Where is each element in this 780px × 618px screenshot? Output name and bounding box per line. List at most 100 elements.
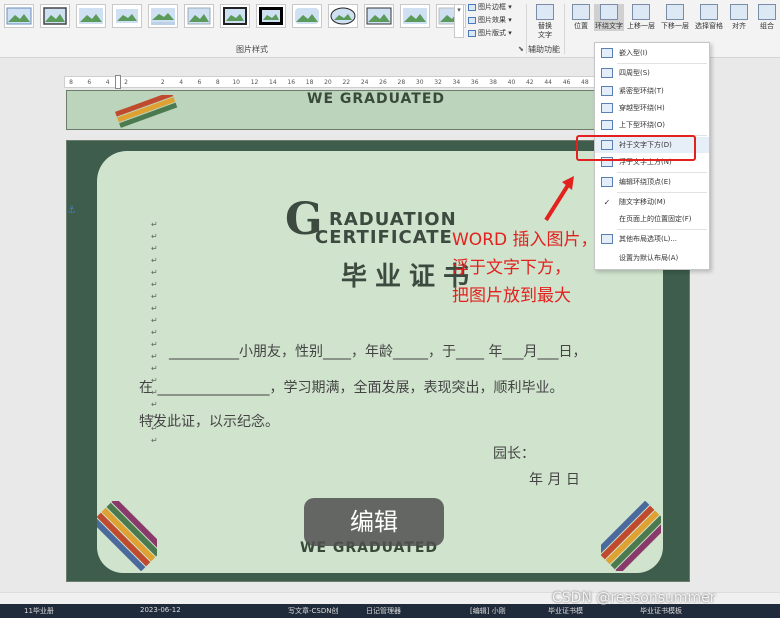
selection-pane-button[interactable]: 选择窗格 [694, 4, 724, 31]
para-mark: ↵ [151, 304, 158, 313]
menu-item-fix-position[interactable]: 在页面上的位置固定(F) [595, 211, 709, 227]
para-mark: ↵ [151, 232, 158, 241]
menu-divider [617, 63, 707, 64]
ruler-tick: 18 [305, 79, 314, 86]
menu-item-inline[interactable]: 嵌入型(I) [595, 45, 709, 61]
picture-style-5[interactable] [148, 4, 178, 28]
picture-styles-group-label: 图片样式 [236, 45, 268, 54]
taskbar-item[interactable]: 2023-06-12 [140, 606, 181, 618]
picture-style-4[interactable] [112, 4, 142, 28]
certificate-line-2: 在 ________________，学习期满，全面发展，表现突出，顺利毕业。 [139, 380, 564, 396]
ruler-tick: 14 [269, 79, 277, 86]
pencils-bottom-right [601, 501, 661, 571]
gallery-more-button[interactable]: ▾ [454, 4, 464, 38]
picture-style-11[interactable] [364, 4, 394, 28]
ruler-tick: 40 [507, 79, 516, 86]
styles-launcher-icon[interactable]: ⬊ [518, 45, 524, 53]
bring-forward-button[interactable]: 上移一层 [626, 4, 656, 31]
ruler-tick: 46 [562, 79, 571, 86]
word-window: ▾ 图片边框 ▾ 图片效果 ▾ 图片版式 ▾ 图片样式 ⬊ 替换 文字 辅助功能… [0, 0, 780, 618]
alt-text-button[interactable]: 替换 文字 [530, 4, 560, 40]
position-label: 位置 [574, 22, 588, 30]
picture-border-icon [468, 3, 476, 11]
through-icon [601, 103, 613, 113]
menu-item-top-bottom[interactable]: 上下型环绕(O) [595, 117, 709, 133]
menu-item-tight[interactable]: 紧密型环绕(T) [595, 83, 709, 99]
taskbar-item[interactable]: 11毕业册 [24, 606, 54, 618]
align-button[interactable]: 对齐 [724, 4, 754, 31]
top-bottom-icon [601, 120, 613, 130]
annotation-line: WORD 插入图片， [452, 230, 598, 250]
menu-item-label: 嵌入型(I) [619, 49, 648, 57]
menu-item-square[interactable]: 四周型(S) [595, 65, 709, 81]
para-mark: ↵ [151, 436, 158, 445]
edit-overlay-button[interactable]: 编辑 [304, 498, 444, 546]
red-arrow-icon [544, 176, 574, 222]
taskbar-item[interactable]: 毕业证书模 [548, 606, 583, 618]
selection-pane-label: 选择窗格 [695, 22, 723, 30]
para-mark: ↵ [151, 424, 158, 433]
ruler-tick: 8 [69, 79, 73, 86]
menu-item-through[interactable]: 穿越型环绕(H) [595, 100, 709, 116]
menu-divider [617, 229, 707, 230]
taskbar: 11毕业册 2023-06-12 写文章-CSDN创 日记管理器 [编辑] 小刚… [0, 604, 780, 618]
picture-layout-icon [468, 29, 476, 37]
menu-item-edit-points[interactable]: 编辑环绕顶点(E) [595, 174, 709, 190]
picture-style-6[interactable] [184, 4, 214, 28]
ruler-tick: 42 [525, 79, 534, 86]
ruler-tick: 32 [434, 79, 442, 86]
menu-item-label: 随文字移动(M) [619, 198, 666, 206]
picture-style-1[interactable] [4, 4, 34, 28]
para-mark: ↵ [151, 328, 158, 337]
send-backward-label: 下移一层 [661, 22, 689, 30]
layout-options-icon [601, 234, 613, 244]
indent-marker[interactable] [115, 75, 121, 89]
send-backward-button[interactable]: 下移一层 [660, 4, 690, 31]
picture-style-12[interactable] [400, 4, 430, 28]
picture-style-2[interactable] [40, 4, 70, 28]
taskbar-item[interactable]: 日记管理器 [366, 606, 401, 618]
accessibility-group-label: 辅助功能 [528, 45, 560, 54]
picture-style-7[interactable] [220, 4, 250, 28]
ruler-tick: 4 [179, 79, 184, 86]
group-divider [564, 4, 565, 54]
para-mark: ↵ [151, 280, 158, 289]
certificate-line-1: __________小朋友，性别____，年龄_____，于____ 年___月… [169, 344, 587, 360]
picture-border-label: 图片边框 ▾ [478, 3, 512, 11]
taskbar-item[interactable]: 写文章-CSDN创 [288, 606, 338, 618]
taskbar-item[interactable]: 毕业证书模板 [640, 606, 682, 618]
picture-effects-button[interactable]: 图片效果 ▾ [468, 15, 512, 25]
group-button[interactable]: 组合 [752, 4, 780, 31]
wrap-text-button[interactable]: 环绕文字 [594, 4, 624, 31]
picture-border-button[interactable]: 图片边框 ▾ [468, 2, 512, 12]
bring-forward-label: 上移一层 [627, 22, 655, 30]
position-button[interactable]: 位置 [566, 4, 596, 31]
menu-item-move-with-text[interactable]: ✓ 随文字移动(M) [595, 194, 709, 210]
menu-item-more-layout[interactable]: 其他布局选项(L)... [595, 231, 709, 247]
ruler-tick: 48 [581, 79, 589, 86]
align-label: 对齐 [732, 22, 746, 30]
ruler-tick: 2 [124, 79, 128, 86]
para-mark: ↵ [151, 256, 158, 265]
picture-style-3[interactable] [76, 4, 106, 28]
menu-item-label: 在页面上的位置固定(F) [619, 215, 692, 223]
ruler-tick: 30 [415, 79, 424, 86]
taskbar-item[interactable]: [编辑] 小刚 [470, 606, 506, 618]
menu-divider [617, 192, 707, 193]
picture-style-10[interactable] [328, 4, 358, 28]
picture-effects-label: 图片效果 ▾ [478, 16, 512, 24]
group-label: 组合 [760, 22, 774, 30]
ruler-tick: 28 [397, 79, 406, 86]
picture-layout-button[interactable]: 图片版式 ▾ [468, 28, 512, 38]
anchor-icon[interactable]: ⚓ [67, 205, 76, 216]
csdn-watermark: CSDN @reasonsummer [552, 590, 716, 606]
picture-style-8[interactable] [256, 4, 286, 28]
picture-style-9[interactable] [292, 4, 322, 28]
principal-label: 园长： [493, 446, 535, 462]
picture-layout-label: 图片版式 ▾ [478, 29, 512, 37]
alt-text-label: 替换 文字 [538, 22, 552, 39]
check-icon: ✓ [603, 197, 611, 207]
ruler-tick: 16 [287, 79, 296, 86]
ruler-tick: 8 [215, 79, 220, 86]
menu-item-set-default[interactable]: 设置为默认布局(A) [595, 250, 709, 266]
